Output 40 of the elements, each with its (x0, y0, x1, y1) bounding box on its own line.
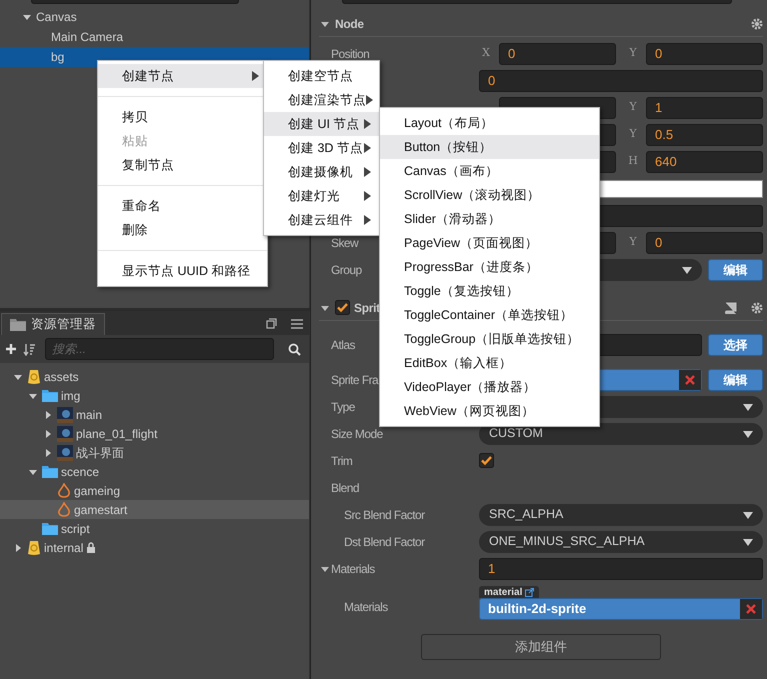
tree-item-label: script (61, 520, 90, 538)
axis-label: H (627, 153, 639, 170)
property-label: Materials (344, 600, 388, 614)
axis-label: X (481, 45, 491, 62)
tree-item-label: gamestart (74, 502, 128, 518)
property-label: Group (331, 262, 362, 276)
property-label: Size Mode (331, 426, 383, 440)
dropdown-value: ONE_MINUS_SRC_ALPHA (489, 533, 645, 550)
tree-item-label: scence (61, 464, 100, 480)
property-label: Skew (331, 236, 358, 250)
property-label: Sprite Fra (331, 372, 378, 386)
tree-item-label: Canvas (36, 9, 77, 26)
tag-label: material (484, 586, 522, 600)
tree-item-label: img (61, 388, 80, 404)
tree-item-label: 战斗界面 (76, 444, 124, 462)
property-label: Blend (331, 480, 359, 494)
tree-item-label: gameing (74, 482, 120, 500)
property-label: Materials (331, 560, 375, 578)
tree-item-label: bg (51, 49, 64, 66)
axis-label: Y (628, 126, 638, 142)
axis-label: Y (628, 234, 638, 250)
property-label: Type (331, 400, 355, 414)
property-label: Atlas (331, 338, 355, 352)
tree-item-label: plane_01_flight (76, 426, 158, 442)
asset-name: builtin-2d-sprite (488, 600, 586, 618)
property-label: Dst Blend Factor (344, 534, 425, 548)
tree-item-label: main (76, 406, 102, 424)
property-label: Src Blend Factor (344, 508, 425, 522)
component-title: Sprit (354, 300, 380, 316)
tree-item-label: internal (44, 540, 84, 556)
dropdown-value: SRC_ALPHA (489, 506, 564, 524)
axis-label: Y (628, 99, 638, 116)
tree-item-label: Main Camera (51, 29, 124, 46)
dropdown-value: CUSTOM (489, 425, 543, 442)
property-label: Position (331, 46, 370, 60)
tab-label: 资源管理器 (31, 316, 96, 334)
axis-label: Y (628, 45, 638, 62)
property-label: Trim (331, 454, 352, 468)
component-title: Node (335, 16, 364, 32)
tree-item-label: assets (44, 368, 79, 386)
